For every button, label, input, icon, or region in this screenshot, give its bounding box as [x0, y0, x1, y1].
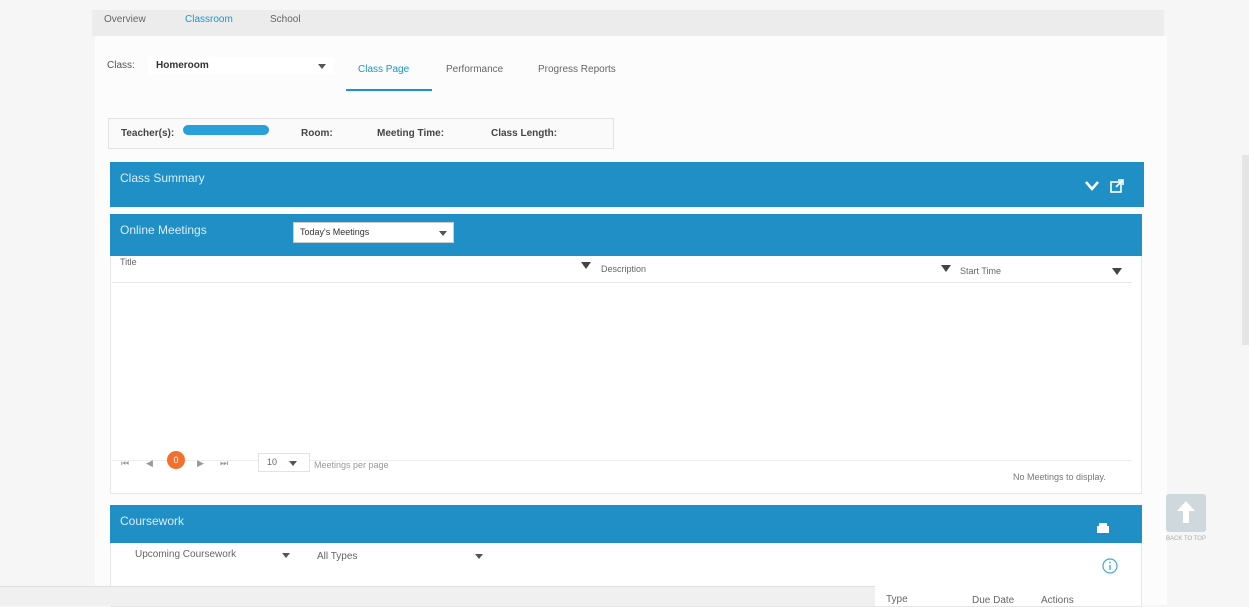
chevron-down-icon: [318, 64, 326, 69]
coursework-filter-select[interactable]: Upcoming Coursework: [135, 549, 236, 560]
tab-classroom[interactable]: Classroom: [185, 14, 233, 25]
class-summary-title: Class Summary: [120, 171, 205, 185]
page-scrollbar[interactable]: [1242, 155, 1249, 345]
browser-status-bar: [0, 586, 875, 606]
column-due-date[interactable]: Due Date: [972, 595, 1014, 606]
header-divider: [112, 282, 1132, 283]
meetings-filter-value: Today's Meetings: [300, 227, 370, 237]
page-size-value: 10: [267, 457, 278, 467]
class-label: Class:: [107, 60, 135, 71]
filter-icon[interactable]: [581, 262, 591, 269]
tab-progress-reports[interactable]: Progress Reports: [538, 64, 616, 75]
prev-page-icon[interactable]: ◀: [146, 458, 153, 469]
type-filter-value: All Types: [317, 551, 358, 562]
chevron-down-icon[interactable]: [282, 553, 290, 558]
coursework-bar: Coursework: [110, 505, 1142, 543]
class-length-label: Class Length:: [491, 128, 558, 139]
tab-class-page[interactable]: Class Page: [358, 64, 409, 75]
active-tab-indicator: [346, 89, 432, 91]
online-meetings-bar: Online Meetings: [110, 214, 1142, 256]
chevron-down-icon[interactable]: [475, 554, 483, 559]
class-summary-bar[interactable]: Class Summary: [110, 162, 1144, 207]
current-page-badge[interactable]: 0: [167, 451, 185, 469]
tab-school[interactable]: School: [270, 14, 301, 25]
external-link-icon[interactable]: [1110, 179, 1124, 193]
coursework-filter-value: Upcoming Coursework: [135, 549, 237, 560]
empty-message: No Meetings to display.: [1013, 472, 1106, 482]
first-page-icon[interactable]: ⏮: [121, 458, 129, 469]
arrow-up-icon: [1177, 501, 1195, 523]
chevron-down-icon: [289, 461, 297, 466]
online-meetings-title: Online Meetings: [120, 223, 207, 237]
class-select[interactable]: Homeroom: [148, 57, 334, 74]
column-description[interactable]: Description: [601, 264, 646, 274]
filter-icon[interactable]: [941, 265, 951, 272]
tab-performance[interactable]: Performance: [446, 64, 503, 75]
chevron-down-icon: [439, 231, 447, 236]
meeting-time-label: Meeting Time:: [377, 128, 445, 139]
class-info-box: Teacher(s): Room: Meeting Time: Class Le…: [108, 118, 614, 149]
next-page-icon[interactable]: ▶: [197, 458, 204, 469]
filter-icon[interactable]: [1112, 268, 1122, 275]
column-start-time[interactable]: Start Time: [960, 266, 1001, 276]
column-title[interactable]: Title: [120, 257, 137, 267]
teacher-label: Teacher(s):: [121, 128, 175, 139]
back-to-top-button[interactable]: [1166, 494, 1206, 532]
class-select-value: Homeroom: [156, 60, 209, 71]
room-label: Room:: [301, 128, 333, 139]
page-size-select[interactable]: 10: [258, 453, 310, 472]
column-type[interactable]: Type: [886, 594, 908, 605]
tab-overview[interactable]: Overview: [104, 14, 146, 25]
info-icon[interactable]: [1102, 558, 1118, 574]
per-page-label: Meetings per page: [314, 460, 389, 470]
column-actions[interactable]: Actions: [1041, 595, 1074, 606]
online-meetings-section: [110, 214, 1142, 494]
redacted-teacher-name: [183, 125, 269, 135]
back-to-top-label: BACK TO TOP: [1166, 536, 1206, 542]
coursework-title: Coursework: [120, 514, 185, 528]
chevron-down-icon[interactable]: [1085, 181, 1099, 191]
print-icon[interactable]: [1096, 522, 1110, 534]
top-tab-strip: [92, 10, 1164, 36]
meetings-filter-select[interactable]: Today's Meetings: [293, 222, 454, 243]
type-filter-select[interactable]: All Types: [317, 551, 357, 562]
last-page-icon[interactable]: ⏭: [220, 458, 228, 469]
